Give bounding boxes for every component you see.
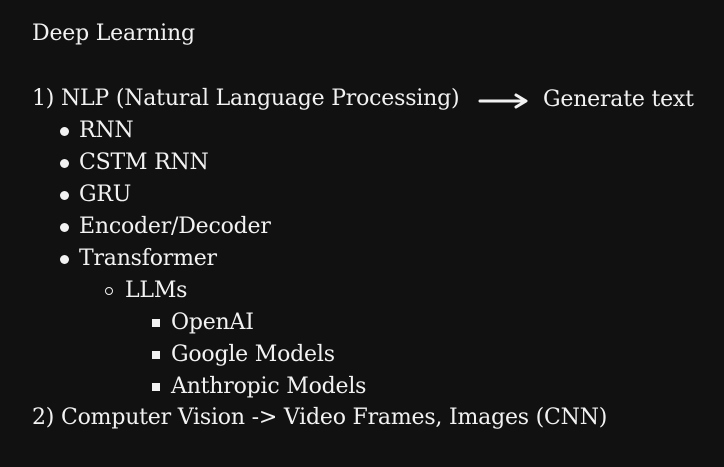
square-bullet-icon — [152, 319, 160, 327]
bullet-icon — [60, 191, 69, 200]
bullet-icon — [60, 255, 69, 264]
list-item: CSTM RNN — [79, 150, 209, 175]
hollow-bullet-icon — [105, 287, 113, 295]
sub-sub-list-item: OpenAI — [171, 310, 254, 335]
right-arrow-icon — [478, 93, 528, 109]
arrow-target-text: Generate text — [543, 87, 694, 112]
document-page: Deep Learning 1) NLP (Natural Language P… — [0, 0, 724, 467]
list-item: RNN — [79, 118, 134, 143]
square-bullet-icon — [152, 383, 160, 391]
square-bullet-icon — [152, 351, 160, 359]
bullet-icon — [60, 223, 69, 232]
bullet-icon — [60, 159, 69, 168]
section-heading-nlp: 1) NLP (Natural Language Processing) — [32, 86, 460, 111]
list-item: Transformer — [79, 246, 217, 271]
list-item: GRU — [79, 182, 132, 207]
list-item: Encoder/Decoder — [79, 214, 271, 239]
sub-sub-list-item: Google Models — [171, 342, 335, 367]
page-title: Deep Learning — [32, 21, 195, 46]
sub-list-item: LLMs — [125, 278, 188, 303]
sub-sub-list-item: Anthropic Models — [171, 374, 367, 399]
bullet-icon — [60, 127, 69, 136]
section-heading-computer-vision: 2) Computer Vision -> Video Frames, Imag… — [32, 405, 608, 430]
